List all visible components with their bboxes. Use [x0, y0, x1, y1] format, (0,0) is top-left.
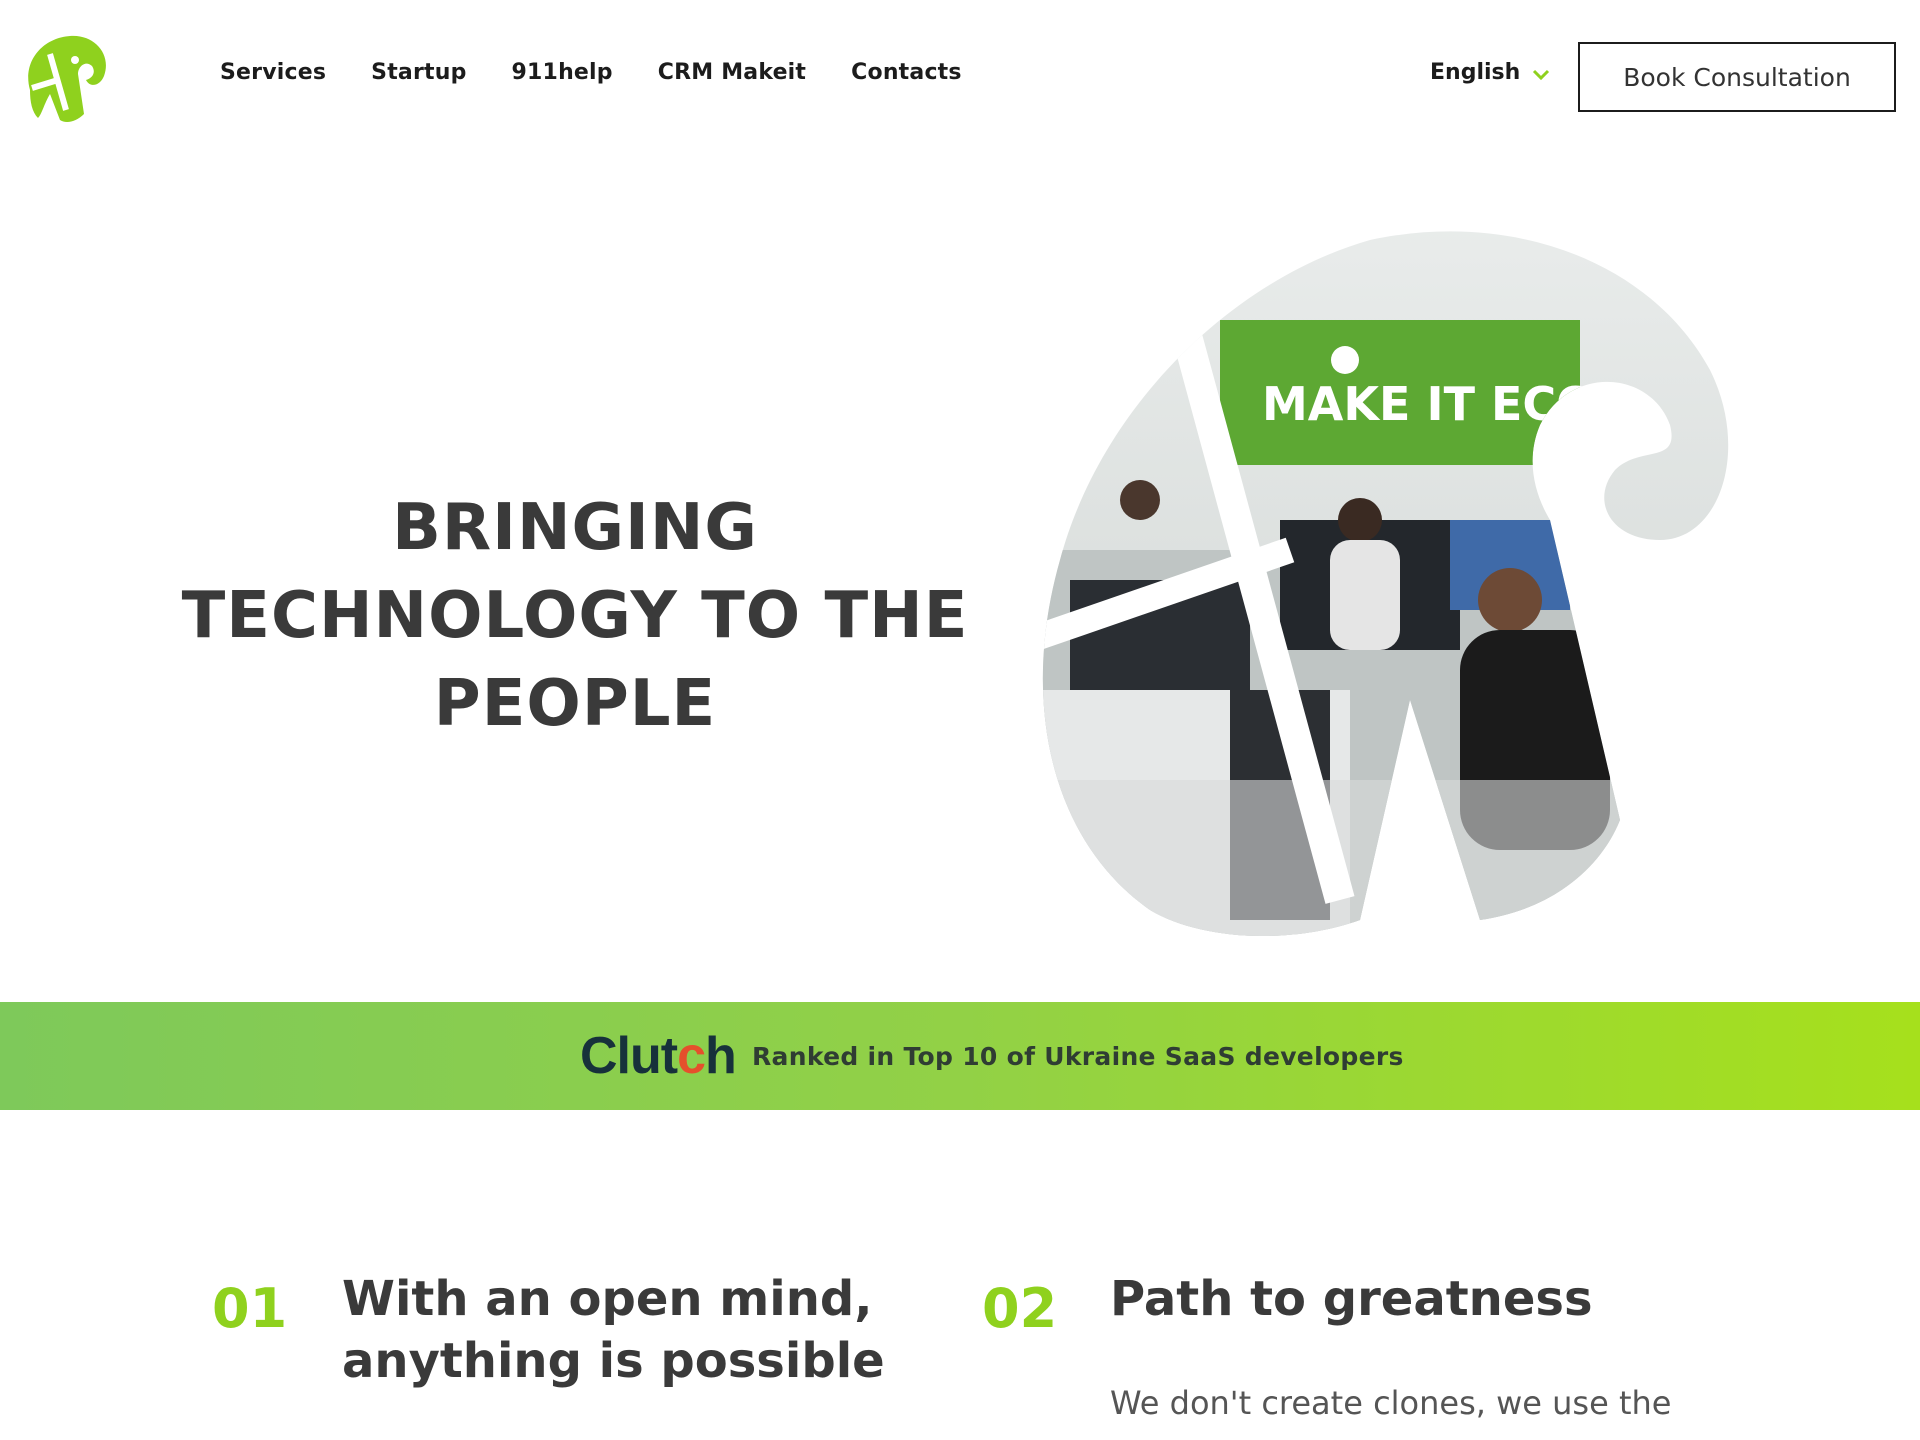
feature-description: We don't create clones, we use the [1110, 1384, 1672, 1422]
nav-item-startup[interactable]: Startup [371, 60, 466, 85]
feature-number: 02 [982, 1277, 1058, 1340]
nav-item-contacts[interactable]: Contacts [851, 60, 962, 85]
feature-number: 01 [212, 1277, 288, 1340]
nav-item-crm-makeit[interactable]: CRM Makeit [658, 60, 806, 85]
language-label: English [1430, 60, 1521, 85]
make-it-eco-sign: MAKE IT ECO [1262, 377, 1595, 431]
site-header: Services Startup 911help CRM Makeit Cont… [0, 0, 1920, 160]
feature-title: Path to greatness [1110, 1268, 1593, 1330]
language-selector[interactable]: English [1430, 60, 1550, 85]
clutch-logo-text-end: h [705, 1027, 737, 1085]
hero-title-line: TECHNOLOGY TO THE [181, 579, 969, 653]
feature-title-line: With an open mind, [342, 1271, 873, 1327]
hero-office-image: MAKE IT ECO [1042, 231, 1729, 937]
clutch-ranking-text: Ranked in Top 10 of Ukraine SaaS develop… [752, 1042, 1404, 1071]
hero-title-line: PEOPLE [433, 667, 717, 741]
hero-title-line: BRINGING [392, 491, 758, 565]
feature-title-line: anything is possible [342, 1333, 885, 1389]
feature-title-line: Path to greatness [1110, 1271, 1593, 1327]
clutch-logo[interactable]: Clutch [580, 1026, 737, 1086]
feature-title: With an open mind, anything is possible [342, 1268, 885, 1392]
nav-item-911help[interactable]: 911help [512, 60, 613, 85]
clutch-logo-dot: c [677, 1027, 706, 1085]
book-consultation-button[interactable]: Book Consultation [1578, 42, 1896, 112]
chevron-down-icon [1533, 69, 1550, 80]
nav-item-services[interactable]: Services [220, 60, 326, 85]
main-nav: Services Startup 911help CRM Makeit Cont… [220, 60, 1007, 85]
elephant-logo-icon[interactable] [20, 32, 110, 124]
clutch-logo-text: Clut [580, 1027, 678, 1085]
hero-title: BRINGING TECHNOLOGY TO THE PEOPLE [170, 484, 980, 748]
